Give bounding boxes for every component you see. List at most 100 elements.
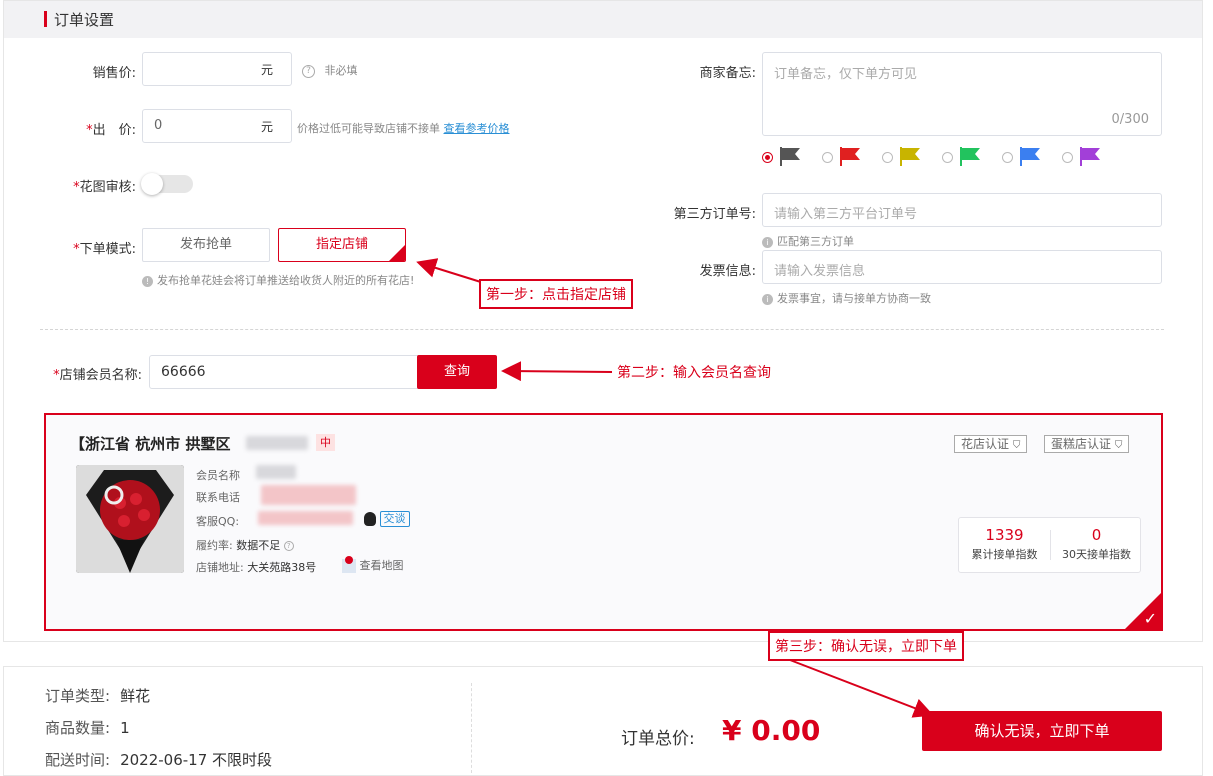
fulfill-row: 履约率: 数据不足 ?: [196, 537, 294, 553]
section-accent-bar: [44, 11, 47, 27]
delivery-label: 配送时间:: [45, 751, 111, 769]
flag-icon: [960, 147, 980, 166]
flag-icon: [1020, 147, 1040, 166]
total-price: ¥ 0.00: [722, 714, 821, 747]
third-party-placeholder: 请输入第三方平台订单号: [774, 207, 918, 222]
check-icon: ✓: [1143, 609, 1157, 628]
shop-member-input[interactable]: 66666: [149, 355, 419, 389]
flag-icon: [780, 147, 800, 166]
radio-button[interactable]: [762, 152, 773, 163]
order-mode-hint: ! 发布抢单花娃会将订单推送给收货人附近的所有花店!: [142, 272, 414, 288]
confirm-order-button[interactable]: 确认无误，立即下单: [922, 711, 1162, 751]
out-price-hint: 价格过低可能导致店铺不接单 查看参考价格: [297, 120, 510, 136]
shop-member-value: 66666: [161, 364, 206, 380]
order-type-value: 鲜花: [120, 687, 151, 705]
total-label: 订单总价:: [621, 729, 695, 749]
stat-label: 累计接单指数: [971, 548, 1038, 561]
third-party-hint: i 匹配第三方订单: [762, 233, 854, 249]
sale-price-label: 销售价:: [92, 66, 136, 81]
shop-result-card[interactable]: 【浙江省 杭州市 拱墅区 中 花店认证 ⛉ 蛋糕店认证 ⛉ 会员名称 联系电话 …: [44, 413, 1163, 631]
shield-icon: ⛉: [1114, 440, 1123, 451]
info-icon: i: [762, 236, 773, 248]
redacted-text: [246, 436, 308, 450]
flag-option-green[interactable]: [942, 145, 992, 169]
flower-review-label: *花图审核:: [40, 176, 136, 195]
sale-price-hint-text: 非必填: [324, 64, 358, 77]
sale-price-unit: 元: [260, 63, 273, 77]
invoice-placeholder: 请输入发票信息: [774, 264, 866, 279]
badge-label: 蛋糕店认证: [1051, 437, 1112, 451]
order-type-row: 订单类型: 鲜花: [45, 685, 150, 706]
stat-value: 0: [1091, 526, 1102, 544]
delivery-row: 配送时间: 2022-06-17 不限时段: [45, 749, 272, 770]
invoice-hint: i 发票事宜，请与接单方协商一致: [762, 290, 931, 306]
view-map-link[interactable]: 查看地图: [342, 556, 404, 573]
help-icon[interactable]: ?: [283, 541, 294, 551]
stat-label: 30天接单指数: [1062, 548, 1131, 561]
merchant-note-placeholder: 订单备忘，仅下单方可见: [774, 67, 918, 82]
shop-member-label-text: 店铺会员名称:: [59, 368, 142, 383]
redacted-text: [256, 465, 296, 479]
out-price-input[interactable]: 0 元: [142, 109, 292, 143]
section-title: 订单设置: [54, 11, 115, 29]
bouquet-image: [76, 465, 184, 573]
flag-option-yellow[interactable]: [882, 145, 932, 169]
flag-option-red[interactable]: [822, 145, 872, 169]
help-icon[interactable]: ?: [302, 64, 315, 78]
redacted-text: [261, 485, 356, 505]
merchant-note-textarea[interactable]: 订单备忘，仅下单方可见 0/300: [762, 52, 1162, 136]
annotation-step3: 第三步：确认无误，立即下单: [768, 631, 964, 661]
invoice-hint-text: 发票事宜，请与接单方协商一致: [777, 292, 931, 305]
qq-penguin-icon: [364, 512, 376, 526]
phone-row: 联系电话: [196, 489, 240, 505]
out-price-unit: 元: [260, 120, 273, 134]
member-name-row: 会员名称: [196, 467, 240, 483]
flag-option-gray[interactable]: [762, 145, 812, 169]
flower-review-label-text: 花图审核:: [79, 180, 136, 195]
status-badge: 中: [316, 434, 335, 451]
mode-designated-shop-label: 指定店铺: [315, 237, 368, 252]
check-icon: ✓: [396, 241, 404, 251]
invoice-input[interactable]: 请输入发票信息: [762, 250, 1162, 284]
shield-icon: ⛉: [1012, 440, 1021, 451]
merchant-note-counter: 0/300: [1111, 112, 1149, 127]
radio-button[interactable]: [1062, 152, 1073, 163]
query-button[interactable]: 查询: [417, 355, 497, 389]
phone-label: 联系电话: [196, 491, 240, 504]
radio-button[interactable]: [1002, 152, 1013, 163]
view-map-text: 查看地图: [359, 559, 404, 572]
toggle-knob: [141, 173, 163, 195]
stat-value: 1339: [985, 526, 1024, 544]
shop-member-label: *店铺会员名称:: [30, 364, 142, 383]
divider: [40, 329, 1164, 330]
radio-button[interactable]: [942, 152, 953, 163]
out-price-label: *出 价:: [60, 119, 136, 138]
reference-price-link[interactable]: 查看参考价格: [444, 122, 510, 135]
stat-total-orders: 1339 累计接单指数: [959, 518, 1050, 572]
flag-icon: [900, 147, 920, 166]
mode-publish-grab-button[interactable]: 发布抢单: [142, 228, 270, 262]
delivery-value: 2022-06-17 不限时段: [120, 751, 273, 769]
shop-image: [76, 465, 184, 573]
flag-option-blue[interactable]: [1002, 145, 1052, 169]
talk-link[interactable]: 交谈: [379, 511, 410, 527]
fulfill-value: 数据不足: [236, 539, 281, 552]
order-mode-hint-text: 发布抢单花娃会将订单推送给收货人附近的所有花店!: [157, 274, 415, 287]
member-name-label: 会员名称: [196, 469, 240, 482]
redacted-text: [258, 511, 353, 525]
radio-button[interactable]: [822, 152, 833, 163]
quantity-row: 商品数量: 1: [45, 717, 130, 738]
section-header: 订单设置: [4, 1, 1202, 38]
radio-button[interactable]: [882, 152, 893, 163]
annotation-step2: 第二步：输入会员名查询: [617, 365, 771, 381]
qq-chat[interactable]: 交谈: [364, 511, 410, 527]
flower-review-toggle[interactable]: [141, 173, 193, 195]
flag-option-purple[interactable]: [1062, 145, 1112, 169]
sale-price-input[interactable]: 元: [142, 52, 292, 86]
address-label: 店铺地址:: [196, 561, 244, 574]
sale-price-hint: ? 非必填: [302, 62, 358, 78]
mode-designated-shop-button[interactable]: 指定店铺 ✓: [278, 228, 406, 262]
invoice-label: 发票信息:: [699, 264, 756, 279]
out-price-hint-text: 价格过低可能导致店铺不接单: [297, 122, 440, 135]
third-party-order-input[interactable]: 请输入第三方平台订单号: [762, 193, 1162, 227]
